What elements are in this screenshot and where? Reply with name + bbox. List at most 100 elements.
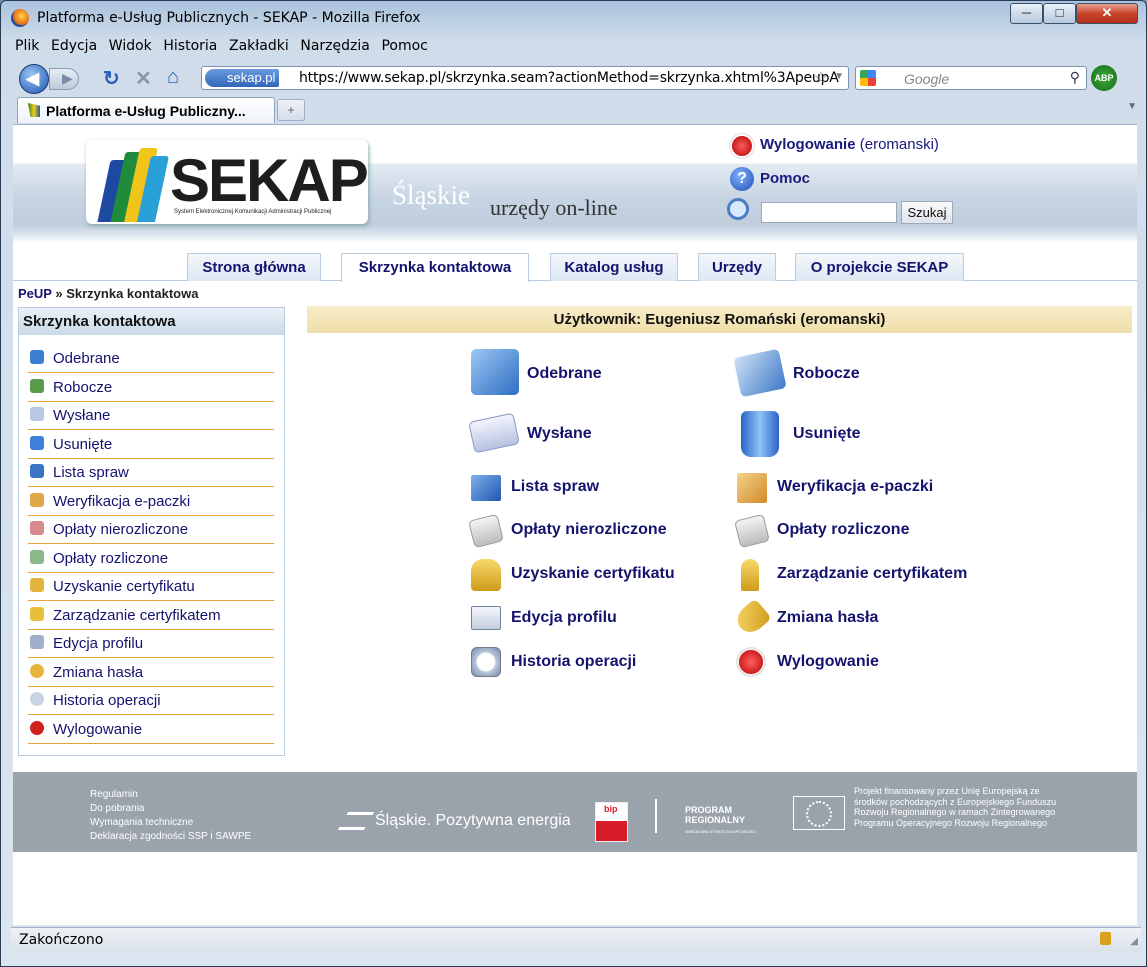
logo-subtitle: System Elektronicznej Komunikacji Admini… bbox=[174, 209, 332, 215]
search-magnifier-icon[interactable]: ⚲ bbox=[1070, 69, 1080, 86]
help-link[interactable]: Pomoc bbox=[760, 170, 810, 187]
main-item-wylogowanie[interactable]: Wylogowanie bbox=[737, 647, 957, 679]
eu-funding-text: Projekt finansowany przez Unię Europejsk… bbox=[854, 786, 1057, 828]
sidebar-item-wylogowanie[interactable]: Wylogowanie bbox=[28, 716, 274, 744]
sidebar-item-wyslane[interactable]: Wysłane bbox=[28, 402, 274, 430]
menu-pomoc[interactable]: Pomoc bbox=[381, 38, 427, 54]
cases-icon bbox=[471, 475, 501, 501]
back-button[interactable]: ◀ bbox=[19, 64, 49, 94]
menu-plik[interactable]: Plik bbox=[15, 38, 39, 54]
navigation-toolbar: ◀ ▶ ↻ ✕ ⌂ sekap.pl https://www.sekap.pl/… bbox=[11, 61, 1141, 95]
footer-link-do-pobrania[interactable]: Do pobrania bbox=[90, 802, 251, 816]
address-bar[interactable]: sekap.pl https://www.sekap.pl/skrzynka.s… bbox=[201, 66, 849, 90]
footer-link-deklaracja[interactable]: Deklaracja zgodności SSP i SAWPE bbox=[90, 830, 251, 844]
sidebar-item-usuniete[interactable]: Usunięte bbox=[28, 431, 274, 459]
url-dropdown-icon[interactable]: ▼ bbox=[834, 71, 844, 82]
main-item-uzyskanie-certyfikatu[interactable]: Uzyskanie certyfikatu bbox=[471, 559, 701, 591]
tab-katalog-uslug[interactable]: Katalog usług bbox=[550, 253, 678, 281]
sidebar-item-uzyskanie-certyfikatu[interactable]: Uzyskanie certyfikatu bbox=[28, 573, 274, 601]
search-bar[interactable]: Google ⚲ bbox=[855, 66, 1087, 90]
profile-card-icon bbox=[471, 606, 501, 630]
adblock-button[interactable]: ABP bbox=[1091, 65, 1117, 91]
bip-logo[interactable]: bip bbox=[595, 802, 628, 842]
profile-icon bbox=[30, 635, 44, 649]
menu-edycja[interactable]: Edycja bbox=[51, 38, 97, 54]
sidebar-item-edycja-profilu[interactable]: Edycja profilu bbox=[28, 630, 274, 658]
magnifier-icon bbox=[727, 198, 749, 220]
header-logout[interactable]: Wylogowanie (eromanski) bbox=[760, 136, 939, 153]
main-item-zarzadzanie-certyfikatem[interactable]: Zarządzanie certyfikatem bbox=[737, 559, 987, 591]
logo-books-graphic bbox=[97, 144, 170, 222]
main-item-wyslane[interactable]: Wysłane bbox=[468, 411, 671, 461]
sidebar-item-zarzadzanie-certyfikatem[interactable]: Zarządzanie certyfikatem bbox=[28, 602, 274, 630]
menu-widok[interactable]: Widok bbox=[109, 38, 152, 54]
package-icon bbox=[30, 493, 44, 507]
site-search-button[interactable]: Szukaj bbox=[901, 201, 953, 224]
site-search-input[interactable] bbox=[761, 202, 897, 223]
breadcrumb-current: Skrzynka kontaktowa bbox=[66, 286, 199, 301]
maximize-button[interactable]: □ bbox=[1043, 3, 1076, 24]
menu-narzedzia[interactable]: Narzędzia bbox=[300, 38, 369, 54]
sidebar-item-historia-operacji[interactable]: Historia operacji bbox=[28, 687, 274, 715]
menu-zakladki[interactable]: Zakładki bbox=[229, 38, 289, 54]
sidebar-item-odebrane[interactable]: Odebrane bbox=[28, 345, 274, 373]
breadcrumb-home[interactable]: PeUP bbox=[18, 286, 52, 301]
tab-strona-glowna[interactable]: Strona główna bbox=[187, 253, 321, 281]
main-item-robocze[interactable]: Robocze bbox=[733, 348, 937, 399]
title-bar: Platforma e-Usług Publicznych - SEKAP - … bbox=[1, 1, 1146, 35]
trash-bin-icon bbox=[741, 411, 779, 457]
main-item-lista-spraw[interactable]: Lista spraw bbox=[471, 475, 671, 503]
tab-o-projekcie[interactable]: O projekcie SEKAP bbox=[795, 253, 964, 281]
main-item-edycja-profilu[interactable]: Edycja profilu bbox=[471, 605, 691, 633]
tab-list-icon[interactable]: ▼ bbox=[1127, 101, 1137, 112]
inbox-folder-icon bbox=[471, 349, 519, 395]
close-button[interactable]: ✕ bbox=[1076, 3, 1138, 24]
breadcrumb: PeUP » Skrzynka kontaktowa bbox=[18, 286, 198, 301]
logout-link[interactable]: Wylogowanie bbox=[760, 136, 856, 153]
sidebar-item-weryfikacja[interactable]: Weryfikacja e-paczki bbox=[28, 488, 274, 516]
google-icon[interactable] bbox=[860, 70, 876, 86]
sidebar-item-oplaty-rozliczone[interactable]: Opłaty rozliczone bbox=[28, 545, 274, 573]
new-tab-button[interactable]: + bbox=[277, 99, 305, 121]
home-icon[interactable]: ⌂ bbox=[167, 66, 179, 89]
tab-sekap[interactable]: Platforma e-Usług Publiczny... bbox=[17, 97, 275, 123]
sidebar-item-oplaty-nierozliczone[interactable]: Opłaty nierozliczone bbox=[28, 516, 274, 544]
main-item-oplaty-nierozliczone[interactable]: Opłaty nierozliczone bbox=[468, 513, 691, 549]
url-text[interactable]: https://www.sekap.pl/skrzynka.seam?actio… bbox=[299, 70, 839, 86]
slaskie-logo[interactable]: Śląskie. Pozytywna energia bbox=[337, 812, 571, 830]
footer-link-regulamin[interactable]: Regulamin bbox=[90, 788, 251, 802]
lock-icon[interactable] bbox=[1100, 932, 1111, 945]
help-icon[interactable]: ? bbox=[730, 167, 754, 191]
main-item-zmiana-hasla[interactable]: Zmiana hasła bbox=[732, 598, 957, 638]
main-item-oplaty-rozliczone[interactable]: Opłaty rozliczone bbox=[734, 513, 957, 549]
resize-grip-icon[interactable]: ◢ bbox=[1130, 936, 1138, 947]
stop-icon[interactable]: ✕ bbox=[135, 66, 152, 91]
draft-pen-icon bbox=[733, 348, 787, 398]
tab-skrzynka-kontaktowa[interactable]: Skrzynka kontaktowa bbox=[341, 253, 529, 282]
main-item-historia-operacji[interactable]: Historia operacji bbox=[471, 647, 691, 679]
reload-icon[interactable]: ↻ bbox=[103, 66, 120, 91]
sidebar-item-robocze[interactable]: Robocze bbox=[28, 374, 274, 402]
inbox-icon bbox=[30, 350, 44, 364]
minimize-button[interactable]: ─ bbox=[1010, 3, 1043, 24]
breadcrumb-separator: » bbox=[55, 286, 63, 301]
forward-button[interactable]: ▶ bbox=[49, 68, 79, 90]
slogan-slaskie: Śląskie bbox=[392, 180, 470, 210]
envelope-icon bbox=[468, 412, 520, 454]
forward-arrow-icon: ▶ bbox=[62, 70, 73, 86]
sidebar-item-zmiana-hasla[interactable]: Zmiana hasła bbox=[28, 659, 274, 687]
sekap-logo[interactable]: SEKAP System Elektronicznej Komunikacji … bbox=[86, 140, 369, 224]
tab-urzedy[interactable]: Urzędy bbox=[698, 253, 776, 281]
paid-icon bbox=[30, 550, 44, 564]
back-arrow-icon: ◀ bbox=[26, 69, 40, 88]
main-item-weryfikacja[interactable]: Weryfikacja e-paczki bbox=[737, 473, 977, 503]
footer-link-wymagania[interactable]: Wymagania techniczne bbox=[90, 816, 251, 830]
menu-historia[interactable]: Historia bbox=[163, 38, 217, 54]
main-item-usuniete[interactable]: Usunięte bbox=[737, 411, 937, 461]
main-item-odebrane[interactable]: Odebrane bbox=[471, 349, 671, 399]
site-identity-button[interactable]: sekap.pl bbox=[205, 69, 280, 87]
bookmark-star-icon[interactable]: ☆ bbox=[814, 68, 828, 88]
sidebar-item-lista-spraw[interactable]: Lista spraw bbox=[28, 459, 274, 487]
program-regionalny-logo[interactable]: PROGRAM REGIONALNY NARODOWA STRATEGIA SP… bbox=[655, 797, 775, 837]
power-icon[interactable] bbox=[730, 134, 754, 158]
